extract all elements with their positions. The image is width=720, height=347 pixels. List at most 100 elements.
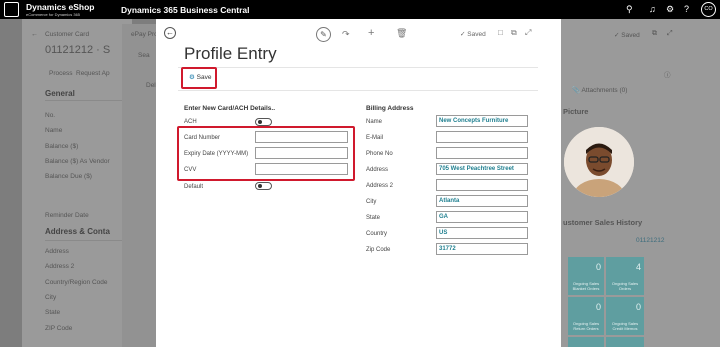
tile-return-orders[interactable]: 0 Ongoing Sales Return Orders — [568, 297, 604, 335]
bg-field-name: Name — [45, 127, 63, 134]
page-title: Profile Entry — [184, 44, 277, 63]
bg-address-heading: Address & Conta — [45, 227, 110, 236]
bg-field-no: No. — [45, 112, 56, 119]
tile-label: Ongoing Sales Return Orders — [572, 321, 600, 331]
billing-phone-label: Phone No — [366, 151, 393, 157]
tile-credit-memos[interactable]: 0 Ongoing Sales Credit Memos — [606, 297, 644, 335]
expiry-date-label: Expiry Date (YYYY-MM) — [184, 151, 249, 157]
billing-name-input[interactable]: New Concepts Furniture — [436, 115, 528, 127]
bg-saved-text: Saved — [621, 32, 640, 39]
tile-label: Ongoing Sales Credit Memos — [611, 321, 639, 331]
saved-text: Saved — [467, 31, 486, 38]
billing-address-label: Address — [366, 167, 389, 173]
brand-subtitle: eCommerce for Dynamics 365 — [26, 12, 81, 17]
bg-field-country: Country/Region Code — [45, 279, 108, 286]
tile-count: 0 — [635, 302, 641, 312]
product-name: Dynamics 365 Business Central — [121, 5, 250, 15]
gear-icon[interactable]: ⚙ — [666, 4, 674, 15]
ach-label: ACH — [184, 119, 197, 125]
billing-state-label: State — [366, 215, 381, 221]
saved-status: ✓ Saved — [460, 31, 486, 38]
share-icon[interactable]: ↷ — [342, 29, 350, 40]
bg-epay-search: Sea — [138, 52, 150, 59]
billing-name-label: Name — [366, 119, 383, 125]
bg-field-balance: Balance ($) — [45, 143, 79, 150]
default-label: Default — [184, 184, 204, 190]
delete-icon[interactable]: 🗑 — [396, 28, 407, 39]
tile-count: 0 — [595, 302, 601, 312]
card-number-input[interactable] — [255, 131, 348, 143]
billing-section-heading: Billing Address — [366, 105, 414, 112]
bg-customer-no: 01121212 — [636, 237, 665, 244]
billing-address-input[interactable]: 705 West Peachtree Street — [436, 163, 528, 175]
billing-city-input[interactable]: Atlanta — [436, 195, 528, 207]
person-photo-icon — [564, 127, 634, 197]
tile-label: Ongoing Sales Orders — [611, 281, 639, 291]
add-icon[interactable]: + — [368, 27, 374, 39]
billing-country-input[interactable]: US — [436, 227, 528, 239]
bg-field-city: City — [45, 294, 57, 301]
bg-action-request: Request Ap — [76, 70, 110, 77]
bg-customer-card — [22, 19, 132, 347]
tile-partial — [606, 337, 644, 347]
ach-toggle[interactable] — [255, 118, 272, 126]
billing-country-label: Country — [366, 231, 388, 237]
save-icon: ⚙ — [189, 74, 195, 81]
search-icon[interactable]: ⚲ — [626, 4, 633, 15]
tile-blanket-orders[interactable]: 0 Ongoing Sales Blanket Orders — [568, 257, 604, 295]
bg-card-number: 01121212 · S — [45, 44, 111, 56]
billing-city-label: City — [366, 199, 377, 205]
bg-field-address2: Address 2 — [45, 263, 75, 270]
billing-zip-input[interactable]: 31772 — [436, 243, 528, 255]
bg-general-heading: General — [45, 89, 75, 98]
bg-field-balance-due: Balance Due ($) — [45, 173, 92, 180]
bg-saved-label: ✓ Saved — [614, 32, 640, 39]
app-logo-icon — [4, 2, 19, 17]
bg-field-address: Address — [45, 248, 69, 255]
bg-epay-label: ePay Pro — [131, 31, 158, 38]
expiry-date-input[interactable] — [255, 147, 348, 159]
bg-back-icon: ← — [31, 31, 38, 38]
user-avatar[interactable]: CO — [701, 2, 716, 17]
bg-info-icon: ⓘ — [664, 72, 671, 79]
bg-card-label: Customer Card — [45, 31, 90, 38]
card-number-label: Card Number — [184, 135, 221, 141]
billing-email-input[interactable] — [436, 131, 528, 143]
bg-expand-icon: ⤢ — [667, 30, 673, 37]
bg-epay-panel — [122, 24, 156, 347]
billing-state-input[interactable]: GA — [436, 211, 528, 223]
tile-label: Ongoing Sales Blanket Orders — [572, 281, 600, 291]
profile-entry-dialog: ← ✎ ↷ + 🗑 ✓ Saved □ ⧉ ⤢ Profile Entry ⚙ … — [156, 19, 561, 347]
open-new-window-icon[interactable]: ⧉ — [511, 28, 517, 38]
edit-pencil-icon[interactable]: ✎ — [316, 27, 331, 42]
back-arrow-icon[interactable]: ← — [164, 27, 176, 39]
billing-address2-label: Address 2 — [366, 183, 394, 189]
bg-action-process: Process — [49, 70, 73, 77]
customer-photo — [564, 127, 634, 197]
save-button-label: Save — [196, 74, 212, 81]
bookmark-icon[interactable]: □ — [498, 28, 503, 37]
card-section-heading: Enter New Card/ACH Details.. — [184, 105, 276, 112]
billing-phone-input[interactable] — [436, 147, 528, 159]
default-toggle[interactable] — [255, 182, 272, 190]
tile-count: 0 — [595, 262, 601, 272]
tile-partial — [568, 337, 604, 347]
cvv-input[interactable] — [255, 163, 348, 175]
save-button[interactable]: ⚙ Save — [189, 73, 211, 81]
bg-attachments: 📎 Attachments (0) — [572, 87, 628, 94]
top-bar: Dynamics eShop eCommerce for Dynamics 36… — [0, 0, 720, 19]
tile-count: 4 — [635, 262, 641, 272]
billing-zip-label: Zip Code — [366, 247, 391, 253]
brand-name: Dynamics eShop — [26, 2, 95, 12]
bg-open-icon: ⧉ — [652, 30, 657, 37]
tile-sales-orders[interactable]: 4 Ongoing Sales Orders — [606, 257, 644, 295]
bg-attachments-text: Attachments (0) — [581, 87, 628, 94]
billing-email-label: E-Mail — [366, 135, 384, 141]
bg-picture-heading: Picture — [563, 107, 589, 116]
expand-icon[interactable]: ⤢ — [525, 28, 531, 38]
cvv-label: CVV — [184, 167, 197, 173]
billing-address2-input[interactable] — [436, 179, 528, 191]
help-icon[interactable]: ? — [684, 4, 689, 14]
bell-icon[interactable]: ♫ — [649, 4, 656, 14]
bg-field-balance-vendor: Balance ($) As Vendor — [45, 158, 110, 165]
